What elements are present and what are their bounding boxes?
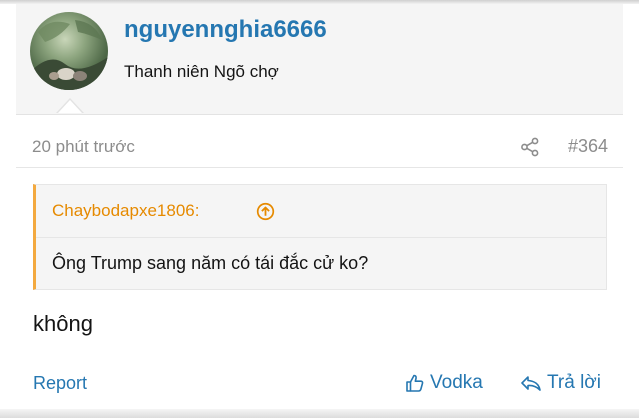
quote-header: Chaybodapxe1806:: [36, 185, 606, 238]
post-time[interactable]: 20 phút trước: [32, 137, 135, 157]
bottom-edge: [0, 409, 639, 418]
post-actions-bar: Report Vodka Trả lời: [0, 365, 639, 405]
message-pointer: [58, 100, 82, 113]
arrow-up-circle-icon[interactable]: [256, 202, 275, 221]
avatar[interactable]: [30, 12, 108, 90]
post-number-link[interactable]: #364: [568, 136, 608, 157]
post-meta-bar: 20 phút trước #364: [16, 125, 623, 168]
post-author-header: nguyennghia6666 Thanh niên Ngõ chợ: [16, 4, 623, 115]
thumbs-up-icon: [406, 374, 424, 392]
post-message: không: [33, 311, 93, 336]
like-label: Vodka: [430, 372, 483, 393]
reply-button[interactable]: Trả lời: [519, 371, 601, 395]
like-button[interactable]: Vodka: [404, 371, 483, 395]
share-icon[interactable]: [520, 137, 540, 157]
quote-block: Chaybodapxe1806: Ông Trump sang năm có t…: [33, 184, 607, 290]
report-link[interactable]: Report: [33, 373, 87, 394]
quote-author-link[interactable]: Chaybodapxe1806:: [52, 201, 199, 221]
quote-text: Ông Trump sang năm có tái đắc cử ko?: [52, 253, 369, 273]
avatar-image: [30, 20, 108, 90]
reply-label: Trả lời: [547, 372, 601, 393]
reply-icon: [521, 376, 541, 391]
user-title: Thanh niên Ngõ chợ: [124, 62, 279, 81]
username-link[interactable]: nguyennghia6666: [124, 16, 327, 44]
